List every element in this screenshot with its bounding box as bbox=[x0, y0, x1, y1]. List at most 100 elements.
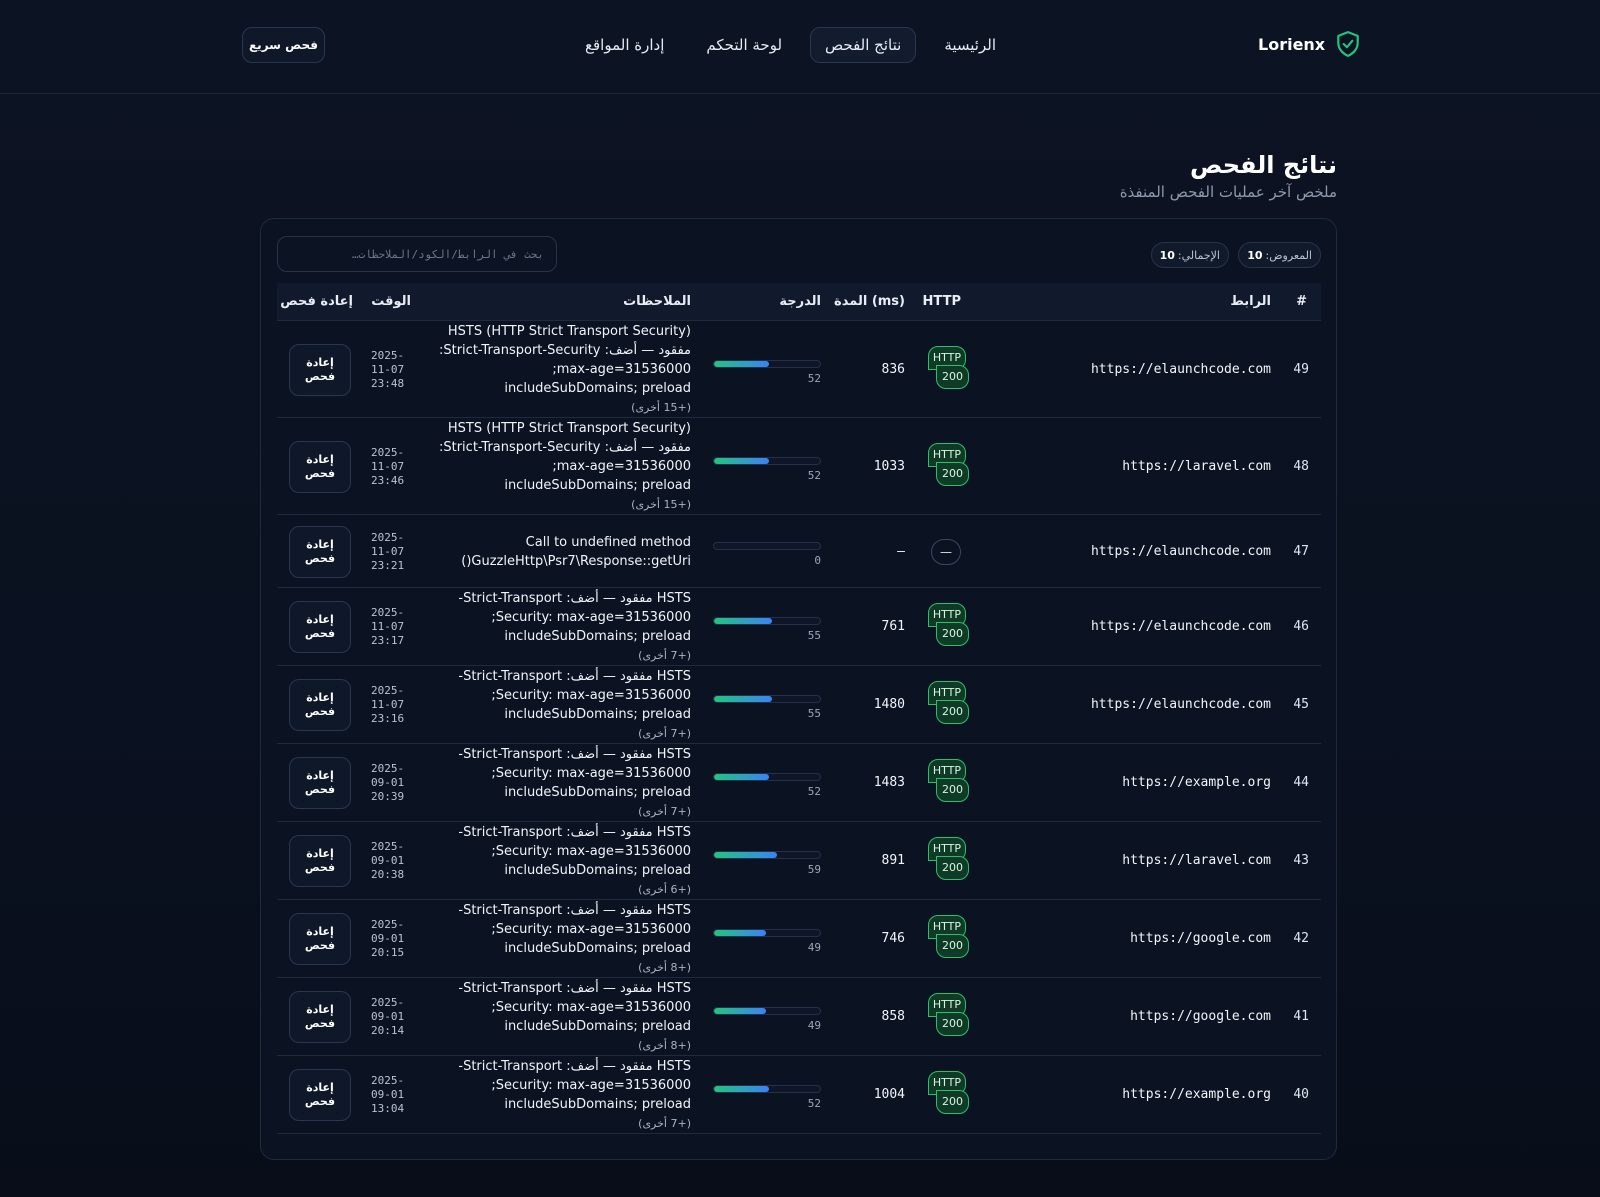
score-value: 52 bbox=[807, 785, 821, 798]
rescan-button[interactable]: إعادة فحص bbox=[289, 344, 351, 396]
scan-notes: HSTS مفقود — أضف: Strict-Transport- Secur… bbox=[431, 589, 691, 665]
nav-dashboard[interactable]: لوحة التحكم bbox=[692, 28, 796, 62]
time-line: 13:04 bbox=[371, 1102, 405, 1115]
note-line: includeSubDomains; preload bbox=[504, 707, 691, 722]
scan-url[interactable]: https://elaunchcode.com bbox=[1091, 619, 1271, 634]
time-line: 2025- bbox=[371, 446, 405, 459]
note-line: Security: max-age=31536000; bbox=[491, 1078, 691, 1093]
score-meter: 59 bbox=[713, 851, 821, 877]
scan-duration: 858 bbox=[881, 1009, 905, 1024]
note-line: Security: max-age=31536000; bbox=[491, 844, 691, 859]
http-code: 200 bbox=[936, 365, 969, 389]
page-title: نتائج الفحص bbox=[1189, 151, 1337, 179]
scan-notes: HSTS (HTTP Strict Transport Security) مفق… bbox=[431, 419, 691, 514]
scan-url[interactable]: https://elaunchcode.com bbox=[1091, 362, 1271, 377]
scan-url[interactable]: https://elaunchcode.com bbox=[1091, 697, 1271, 712]
scan-time: 2025- 09-01 20:15 bbox=[371, 918, 411, 960]
time-line: 11-07 bbox=[371, 460, 405, 473]
scan-url[interactable]: https://elaunchcode.com bbox=[1091, 544, 1271, 559]
scan-notes: Call to undefined method GuzzleHttp\Psr7\… bbox=[431, 533, 691, 571]
score-value: 49 bbox=[807, 941, 821, 954]
more-notes-count: (+7 أخرى) bbox=[638, 649, 691, 662]
rescan-button[interactable]: إعادة فحص bbox=[289, 913, 351, 965]
time-line: 23:46 bbox=[371, 474, 405, 487]
more-notes-count: (+15 أخرى) bbox=[631, 401, 691, 414]
shield-check-icon bbox=[1337, 31, 1359, 57]
rescan-button[interactable]: إعادة فحص bbox=[289, 1069, 351, 1121]
score-value: 52 bbox=[807, 1097, 821, 1110]
score-bar-track bbox=[713, 617, 821, 625]
time-line: 09-01 bbox=[371, 776, 405, 789]
nav-manage-sites[interactable]: إدارة المواقع bbox=[571, 28, 678, 62]
score-value: 0 bbox=[814, 554, 821, 567]
score-bar-fill bbox=[714, 618, 773, 624]
scan-duration: 761 bbox=[881, 619, 905, 634]
column-header-id: # bbox=[1296, 294, 1307, 309]
note-line: includeSubDomains; preload bbox=[504, 1097, 691, 1112]
scan-url[interactable]: https://example.org bbox=[1122, 1087, 1271, 1102]
score-value: 55 bbox=[807, 629, 821, 642]
scan-url[interactable]: https://google.com bbox=[1130, 931, 1271, 946]
scan-time: 2025- 11-07 23:48 bbox=[371, 349, 411, 391]
rescan-button[interactable]: إعادة فحص bbox=[289, 991, 351, 1043]
brand-name: Lorienx bbox=[1258, 34, 1326, 54]
results-card: المعروض: 10 الإجمالي: 10 # الرابط HTTP ا… bbox=[260, 218, 1337, 1160]
scan-duration: 1004 bbox=[873, 1087, 905, 1102]
http-code: 200 bbox=[936, 1090, 969, 1114]
score-value: 52 bbox=[807, 469, 821, 482]
scan-id: 48 bbox=[1293, 459, 1309, 474]
quick-scan-button[interactable]: فحص سريع bbox=[242, 27, 325, 63]
rescan-button[interactable]: إعادة فحص bbox=[289, 601, 351, 653]
column-header-url: الرابط bbox=[1230, 294, 1271, 309]
note-line: max-age=31536000; bbox=[552, 362, 691, 377]
http-status-badge: HTTP 200 bbox=[926, 346, 969, 392]
score-value: 55 bbox=[807, 707, 821, 720]
table-row: 42 https://google.com HTTP 200 746 49 HSTS مفق… bbox=[277, 900, 1321, 978]
score-meter: 55 bbox=[713, 695, 821, 721]
http-status-badge: HTTP 200 bbox=[926, 681, 969, 727]
score-bar-fill bbox=[714, 458, 770, 464]
scan-url[interactable]: https://laravel.com bbox=[1122, 853, 1271, 868]
shown-count-badge: المعروض: 10 bbox=[1238, 242, 1321, 268]
rescan-button[interactable]: إعادة فحص bbox=[289, 679, 351, 731]
note-line: Security: max-age=31536000; bbox=[491, 922, 691, 937]
brand[interactable]: Lorienx bbox=[1258, 30, 1361, 58]
column-header-time: الوقت bbox=[371, 294, 411, 309]
score-meter: 52 bbox=[713, 360, 821, 386]
score-value: 52 bbox=[807, 372, 821, 385]
rescan-button[interactable]: إعادة فحص bbox=[289, 835, 351, 887]
note-line: includeSubDomains; preload bbox=[504, 381, 691, 396]
note-line: HSTS مفقود — أضف: Strict-Transport- bbox=[458, 591, 691, 606]
scan-duration: 891 bbox=[881, 853, 905, 868]
note-line: مفقود — أضف: Strict-Transport-Security: bbox=[438, 343, 691, 358]
rescan-button[interactable]: إعادة فحص bbox=[289, 441, 351, 493]
time-line: 2025- bbox=[371, 918, 405, 931]
note-line: Security: max-age=31536000; bbox=[491, 610, 691, 625]
score-value: 59 bbox=[807, 863, 821, 876]
http-status-badge: — bbox=[931, 539, 961, 565]
scan-id: 45 bbox=[1293, 697, 1309, 712]
score-meter: 49 bbox=[713, 1007, 821, 1033]
scan-id: 44 bbox=[1293, 775, 1309, 790]
nav-scan-results[interactable]: نتائج الفحص bbox=[810, 27, 917, 63]
scan-notes: HSTS مفقود — أضف: Strict-Transport- Secur… bbox=[431, 823, 691, 899]
time-line: 11-07 bbox=[371, 363, 405, 376]
scan-duration: 1483 bbox=[873, 775, 905, 790]
scan-url[interactable]: https://google.com bbox=[1130, 1009, 1271, 1024]
nav-home[interactable]: الرئيسية bbox=[930, 28, 1010, 62]
scan-url[interactable]: https://laravel.com bbox=[1122, 459, 1271, 474]
note-line: HSTS مفقود — أضف: Strict-Transport- bbox=[458, 825, 691, 840]
scan-url[interactable]: https://example.org bbox=[1122, 775, 1271, 790]
score-bar-fill bbox=[714, 361, 770, 367]
table-row: 46 https://elaunchcode.com HTTP 200 761 55 HST… bbox=[277, 588, 1321, 666]
more-notes-count: (+7 أخرى) bbox=[638, 727, 691, 740]
score-bar-fill bbox=[714, 774, 770, 780]
http-code: 200 bbox=[936, 778, 969, 802]
search-input[interactable] bbox=[277, 236, 557, 272]
rescan-button[interactable]: إعادة فحص bbox=[289, 757, 351, 809]
scan-notes: HSTS مفقود — أضف: Strict-Transport- Secur… bbox=[431, 1057, 691, 1133]
rescan-button[interactable]: إعادة فحص bbox=[289, 526, 351, 578]
http-status-badge: HTTP 200 bbox=[926, 837, 969, 883]
scan-id: 46 bbox=[1293, 619, 1309, 634]
score-meter: 0 bbox=[713, 542, 821, 568]
